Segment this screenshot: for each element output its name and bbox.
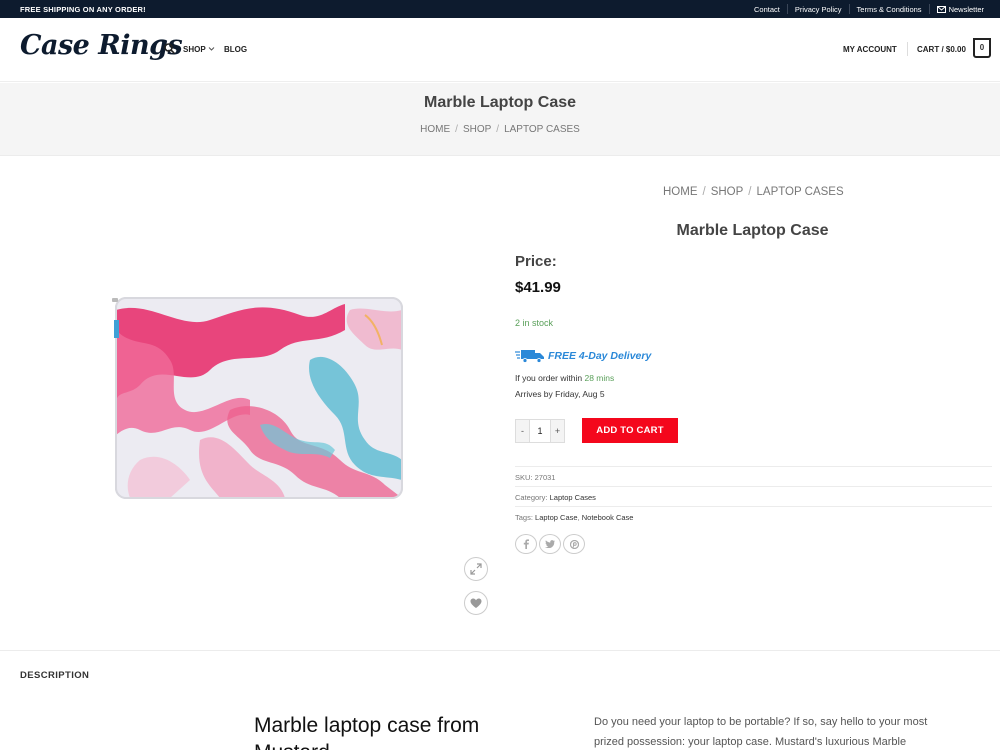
breadcrumb-shop[interactable]: SHOP — [463, 124, 491, 135]
nav-shop[interactable]: SHOP — [183, 45, 215, 54]
cart-link[interactable]: CART / $0.00 — [917, 45, 966, 54]
sku-label: SKU: — [515, 473, 533, 482]
search-icon[interactable] — [164, 43, 175, 54]
delivery-banner: FREE 4-Day Delivery — [515, 349, 651, 363]
breadcrumb: HOME / SHOP / LAPTOP CASES — [420, 124, 580, 135]
twitter-icon — [545, 540, 555, 548]
order-within-prefix: If you order within — [515, 373, 583, 383]
quantity-input[interactable]: 1 — [529, 420, 551, 442]
tag-link-notebook-case[interactable]: Notebook Case — [582, 513, 634, 522]
logo[interactable]: Case Rings — [20, 30, 183, 61]
cart-count-badge[interactable]: 0 — [973, 38, 991, 58]
tag-link-laptop-case[interactable]: Laptop Case — [535, 513, 578, 522]
breadcrumb-home[interactable]: HOME — [420, 124, 450, 135]
tab-description[interactable]: DESCRIPTION — [20, 670, 89, 681]
product-title: Marble Laptop Case — [676, 222, 829, 239]
chevron-down-icon — [208, 47, 215, 51]
newsletter-label: Newsletter — [948, 4, 984, 14]
envelope-icon — [936, 5, 946, 13]
heart-icon — [470, 598, 482, 608]
nav-shop-label: SHOP — [183, 45, 206, 54]
product-sku: SKU: 27031 — [515, 466, 992, 486]
breadcrumb-laptop-cases[interactable]: LAPTOP CASES — [504, 124, 580, 135]
facebook-icon — [523, 539, 529, 549]
breadcrumb-laptop-cases[interactable]: LAPTOP CASES — [757, 186, 844, 198]
top-bar: FREE SHIPPING ON ANY ORDER! Contact Priv… — [0, 0, 1000, 18]
quantity-increase-button[interactable]: + — [551, 420, 564, 442]
quantity-stepper: - 1 + — [515, 419, 565, 443]
facebook-share-button[interactable] — [515, 534, 537, 554]
description-heading: Marble laptop case from Mustard — [254, 714, 480, 750]
zoom-button[interactable] — [464, 557, 488, 581]
site-header: Case Rings SHOP BLOG MY ACCOUNT CART / $… — [0, 18, 1000, 82]
order-within-text: If you order within 28 mins — [515, 373, 614, 383]
product-breadcrumb: HOME / SHOP / LAPTOP CASES — [663, 186, 844, 198]
my-account-link[interactable]: MY ACCOUNT — [843, 45, 897, 54]
promo-text: FREE SHIPPING ON ANY ORDER! — [20, 5, 146, 14]
product-tags: Tags: Laptop Case, Notebook Case — [515, 506, 992, 526]
divider — [0, 650, 1000, 651]
top-links: Contact Privacy Policy Terms & Condition… — [747, 4, 984, 14]
expand-icon — [470, 563, 482, 575]
wishlist-button[interactable] — [464, 591, 488, 615]
price-label: Price: — [515, 253, 557, 270]
tags-label: Tags: — [515, 513, 533, 522]
terms-link[interactable]: Terms & Conditions — [850, 5, 929, 14]
arrival-date: Arrives by Friday, Aug 5 — [515, 389, 605, 399]
sku-value: 27031 — [534, 473, 556, 482]
privacy-policy-link[interactable]: Privacy Policy — [788, 5, 849, 14]
divider — [907, 42, 908, 56]
page-title: Marble Laptop Case — [423, 94, 577, 111]
page-title-band: Marble Laptop Case HOME / SHOP / LAPTOP CASE… — [0, 83, 1000, 156]
breadcrumb-home[interactable]: HOME — [663, 186, 698, 198]
share-buttons — [515, 534, 585, 554]
category-link[interactable]: Laptop Cases — [550, 493, 596, 502]
newsletter-link[interactable]: Newsletter — [930, 5, 984, 14]
description-text: Do you need your laptop to be portable? … — [594, 716, 928, 748]
product-price: $41.99 — [515, 279, 561, 296]
stock-status: 2 in stock — [515, 318, 554, 328]
pinterest-icon — [569, 539, 579, 549]
product-image[interactable] — [110, 290, 410, 505]
product-category: Category: Laptop Cases — [515, 486, 992, 506]
delivery-truck-icon — [515, 350, 544, 363]
pinterest-share-button[interactable] — [563, 534, 585, 554]
quantity-decrease-button[interactable]: - — [516, 420, 529, 442]
category-label: Category: — [515, 493, 548, 502]
breadcrumb-shop[interactable]: SHOP — [711, 186, 744, 198]
order-within-time: 28 mins — [584, 373, 615, 383]
delivery-text: FREE 4-Day Delivery — [548, 350, 652, 362]
add-to-cart-button[interactable]: ADD TO CART — [582, 418, 678, 443]
twitter-share-button[interactable] — [539, 534, 561, 554]
nav-blog[interactable]: BLOG — [224, 45, 247, 54]
contact-link[interactable]: Contact — [747, 5, 787, 14]
